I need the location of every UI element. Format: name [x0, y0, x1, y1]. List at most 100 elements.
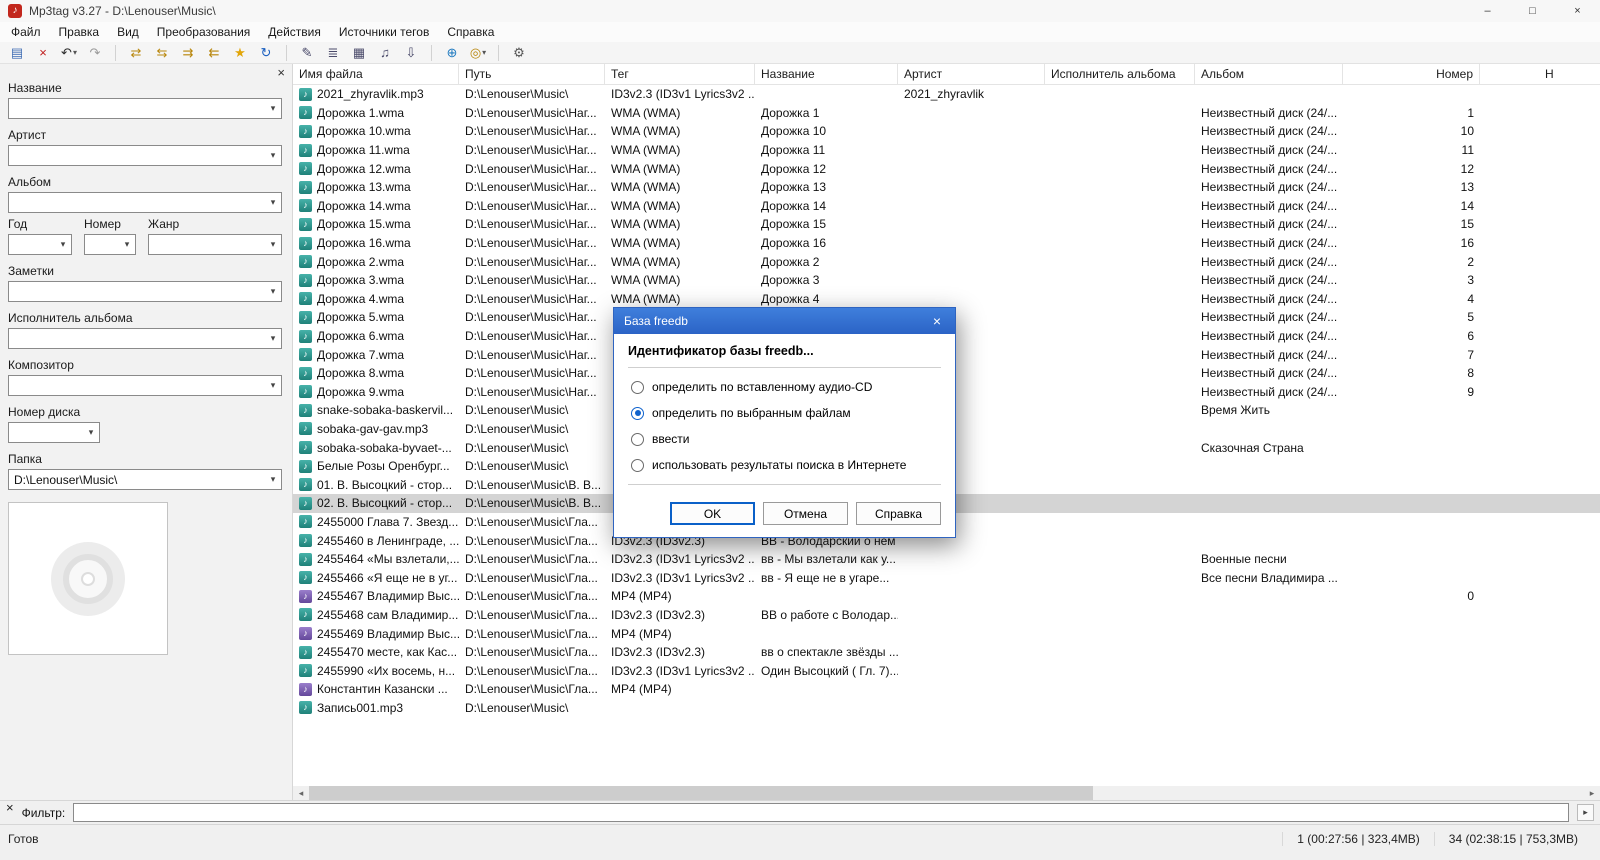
- title-combobox[interactable]: ▾: [8, 98, 282, 119]
- radio-option[interactable]: ввести: [631, 432, 938, 446]
- table-row[interactable]: ♪ Дорожка 15.wma D:\Lenouser\Music\Наг... W…: [293, 215, 1600, 234]
- column-header[interactable]: Номер: [1343, 64, 1480, 84]
- column-header[interactable]: Название: [755, 64, 898, 84]
- cover-art-box[interactable]: [8, 502, 168, 655]
- save-tag-icon[interactable]: ▤: [5, 43, 29, 63]
- table-row[interactable]: ♪ Константин Казански ... D:\Lenouser\Musi…: [293, 680, 1600, 699]
- menu-item[interactable]: Источники тегов: [330, 23, 438, 41]
- panel-close-icon[interactable]: ×: [277, 66, 285, 79]
- dialog-help-button[interactable]: Справка: [856, 502, 941, 525]
- artist-combobox[interactable]: ▾: [8, 145, 282, 166]
- comment-combobox[interactable]: ▾: [8, 281, 282, 302]
- directory-combobox[interactable]: D:\Lenouser\Music\ ▾: [8, 469, 282, 490]
- convert-filename-filename-icon[interactable]: ⇉: [176, 43, 200, 63]
- refresh-icon[interactable]: ↻: [254, 43, 278, 63]
- dialog-ok-button[interactable]: OK: [670, 502, 755, 525]
- table-row[interactable]: ♪ 2455468 сам Владимир... D:\Lenouser\Musi…: [293, 606, 1600, 625]
- maximize-button[interactable]: □: [1510, 0, 1555, 22]
- web-sources-icon[interactable]: ⊕: [440, 43, 464, 63]
- track-combobox[interactable]: ▾: [84, 234, 136, 255]
- remove-tag-icon[interactable]: ×: [31, 43, 55, 63]
- convert-tag-filename-icon[interactable]: ⇄: [124, 43, 148, 63]
- extended-tags-icon[interactable]: ≣: [321, 43, 345, 63]
- dialog-cancel-button[interactable]: Отмена: [763, 502, 848, 525]
- menu-item[interactable]: Вид: [108, 23, 148, 41]
- table-row[interactable]: ♪ Дорожка 11.wma D:\Lenouser\Music\Наг... W…: [293, 141, 1600, 160]
- cell-album: [1195, 494, 1343, 513]
- radio-option[interactable]: определить по вставленному аудио-CD: [631, 380, 938, 394]
- cell-tag: WMA (WMA): [611, 217, 681, 232]
- composer-combobox[interactable]: ▾: [8, 375, 282, 396]
- cell-album: Время Жить: [1201, 403, 1270, 418]
- table-row[interactable]: ♪ Дорожка 14.wma D:\Lenouser\Music\Наг... W…: [293, 197, 1600, 216]
- table-row[interactable]: ♪ Дорожка 2.wma D:\Lenouser\Music\Наг... WM…: [293, 252, 1600, 271]
- file-type-icon: ♪: [299, 180, 312, 194]
- convert-text-tag-icon[interactable]: ⇇: [202, 43, 226, 63]
- file-type-icon: ♪: [299, 329, 312, 343]
- table-row[interactable]: ♪ Запись001.mp3 D:\Lenouser\Music\: [293, 699, 1600, 718]
- menu-item[interactable]: Преобразования: [148, 23, 260, 41]
- scroll-right-icon[interactable]: ▸: [1584, 786, 1600, 800]
- column-header[interactable]: Имя файла: [293, 64, 459, 84]
- menu-item[interactable]: Действия: [259, 23, 330, 41]
- table-row[interactable]: ♪ Дорожка 10.wma D:\Lenouser\Music\Наг... W…: [293, 122, 1600, 141]
- edit-tag-icon[interactable]: ✎: [295, 43, 319, 63]
- column-header[interactable]: Артист: [898, 64, 1045, 84]
- file-name: 2455470 месте, как Кас...: [317, 645, 458, 660]
- column-header[interactable]: Альбом: [1195, 64, 1343, 84]
- table-row[interactable]: ♪ Дорожка 1.wma D:\Lenouser\Music\Наг... WM…: [293, 104, 1600, 123]
- minimize-button[interactable]: –: [1465, 0, 1510, 22]
- playlist-icon[interactable]: ♫: [373, 43, 397, 63]
- cell-album: Неизвестный диск (24/...: [1201, 161, 1338, 176]
- album-combobox[interactable]: ▾: [8, 192, 282, 213]
- table-row[interactable]: ♪ Дорожка 12.wma D:\Lenouser\Music\Наг... W…: [293, 159, 1600, 178]
- file-type-icon: ♪: [299, 459, 312, 473]
- column-header[interactable]: Тег: [605, 64, 755, 84]
- filter-input[interactable]: [73, 803, 1569, 822]
- scroll-left-icon[interactable]: ◂: [293, 786, 309, 800]
- cell-aartist: [1045, 661, 1195, 680]
- cover-art-icon[interactable]: ▦: [347, 43, 371, 63]
- menu-item[interactable]: Справка: [438, 23, 503, 41]
- table-row[interactable]: ♪ 2455470 месте, как Кас... D:\Lenouser\Mu…: [293, 643, 1600, 662]
- cell-track: 4: [1467, 291, 1474, 306]
- table-row[interactable]: ♪ 2021_zhyravlik.mp3 D:\Lenouser\Music\ ID3…: [293, 85, 1600, 104]
- freedb-icon[interactable]: ◎ ▾: [466, 43, 490, 63]
- genre-combobox[interactable]: ▾: [148, 234, 282, 255]
- file-name: 01. В. Высоцкий - стор...: [317, 477, 453, 492]
- table-row[interactable]: ♪ 2455466 «Я еще не в уг... D:\Lenouser\Mu…: [293, 568, 1600, 587]
- table-row[interactable]: ♪ Дорожка 3.wma D:\Lenouser\Music\Наг... WM…: [293, 271, 1600, 290]
- year-combobox[interactable]: ▾: [8, 234, 72, 255]
- menu-item[interactable]: Правка: [50, 23, 109, 41]
- table-row[interactable]: ♪ Дорожка 16.wma D:\Lenouser\Music\Наг... W…: [293, 234, 1600, 253]
- discnumber-combobox[interactable]: ▾: [8, 422, 100, 443]
- column-header[interactable]: Путь: [459, 64, 605, 84]
- convert-filename-tag-icon[interactable]: ⇆: [150, 43, 174, 63]
- dialog-close-icon[interactable]: ×: [919, 308, 955, 334]
- table-row[interactable]: ♪ Дорожка 13.wma D:\Lenouser\Music\Наг... W…: [293, 178, 1600, 197]
- cell-filename: ♪ Дорожка 16.wma: [293, 234, 459, 253]
- table-row[interactable]: ♪ Дорожка 4.wma D:\Lenouser\Music\Наг... WM…: [293, 290, 1600, 309]
- close-button[interactable]: ×: [1555, 0, 1600, 22]
- albumartist-combobox[interactable]: ▾: [8, 328, 282, 349]
- undo-icon[interactable]: ↶ ▾: [57, 43, 81, 63]
- filter-expand-icon[interactable]: ▸: [1577, 804, 1594, 821]
- menu-item[interactable]: Файл: [2, 23, 50, 41]
- table-row[interactable]: ♪ 2455990 «Их восемь, н... D:\Lenouser\Mus…: [293, 661, 1600, 680]
- horizontal-scrollbar[interactable]: ◂ ▸: [293, 786, 1600, 800]
- radio-option[interactable]: определить по выбранным файлам: [631, 406, 938, 420]
- export-icon[interactable]: ⇩: [399, 43, 423, 63]
- cell-n: [1480, 141, 1600, 160]
- scrollbar-thumb[interactable]: [309, 786, 1094, 800]
- options-icon[interactable]: ⚙: [507, 43, 531, 63]
- table-row[interactable]: ♪ 2455469 Владимир Выс... D:\Lenouser\Musi…: [293, 624, 1600, 643]
- table-row[interactable]: ♪ 2455464 «Мы взлетали,... D:\Lenouser\Mus…: [293, 550, 1600, 569]
- radio-option[interactable]: использовать результаты поиска в Интерне…: [631, 458, 938, 472]
- favorites-star-icon[interactable]: ★: [228, 43, 252, 63]
- dialog-title-bar[interactable]: База freedb ×: [614, 308, 955, 334]
- filter-close-icon[interactable]: ×: [6, 801, 14, 814]
- column-header[interactable]: Н: [1480, 64, 1600, 84]
- column-header[interactable]: Исполнитель альбома: [1045, 64, 1195, 84]
- table-row[interactable]: ♪ 2455467 Владимир Выс... D:\Lenouser\Musi…: [293, 587, 1600, 606]
- redo-icon[interactable]: ↷: [83, 43, 107, 63]
